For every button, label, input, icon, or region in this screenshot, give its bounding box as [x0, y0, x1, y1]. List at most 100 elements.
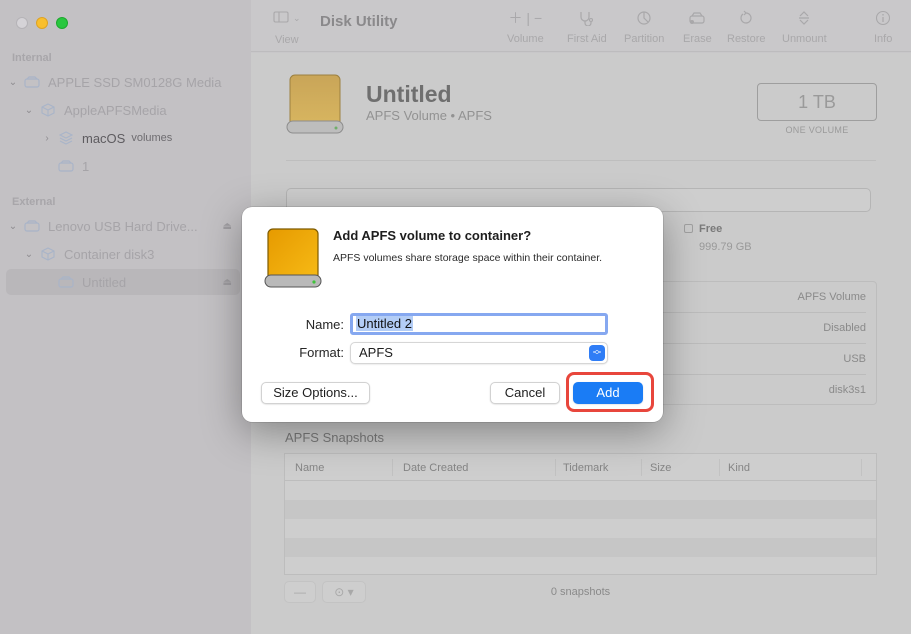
- volume-description: APFS Volume • APFS: [366, 108, 492, 123]
- pie-icon: [624, 8, 664, 28]
- empty-table-row: [285, 500, 876, 519]
- dialog-message: APFS volumes share storage space within …: [333, 252, 603, 264]
- eject-icon[interactable]: ⏏: [223, 277, 232, 288]
- unmount-button[interactable]: Unmount: [782, 8, 827, 45]
- format-label: Format:: [299, 345, 344, 360]
- snapshot-actions-menu[interactable]: ⊙ ▾: [322, 581, 366, 603]
- sidebar-item-label: AppleAPFSMedia: [64, 102, 167, 118]
- view-label: View: [274, 34, 299, 46]
- name-label: Name:: [305, 317, 344, 332]
- sidebar-item-lenovo-usb[interactable]: ⌄ Lenovo USB Hard Drive... ⏏: [6, 213, 240, 239]
- snapshots-count: 0 snapshots: [550, 586, 611, 598]
- snapshots-table: Name Date Created Tidemark Size Kind: [284, 453, 877, 575]
- size-options-button[interactable]: Size Options...: [261, 382, 370, 404]
- sidebar-item-label: macOS: [82, 130, 126, 146]
- external-drive-icon: [286, 73, 344, 140]
- sidebar-item-label: Lenovo USB Hard Drive...: [48, 218, 198, 234]
- column-header-kind[interactable]: Kind: [728, 462, 750, 474]
- toolbar-button-label: Restore: [727, 33, 766, 45]
- column-header-name[interactable]: Name: [295, 462, 324, 474]
- empty-table-row: [285, 519, 876, 538]
- toolbar-button-label: Erase: [683, 33, 712, 45]
- sidebar-item-macos[interactable]: › macOS volumes: [6, 125, 240, 151]
- column-separator[interactable]: [555, 459, 556, 476]
- dialog-title: Add APFS volume to container?: [333, 228, 532, 243]
- volume-size-caption: ONE VOLUME: [785, 125, 849, 135]
- unmount-icon: [782, 8, 827, 28]
- sidebar-item-label: Container disk3: [64, 246, 155, 262]
- add-volume-dialog: Add APFS volume to container? APFS volum…: [242, 207, 663, 422]
- sidebar-section-internal: Internal: [12, 52, 52, 64]
- column-header-date-created[interactable]: Date Created: [403, 462, 468, 474]
- container-icon: [40, 103, 56, 117]
- volumes-stack-icon: [58, 131, 74, 145]
- chevron-down-icon[interactable]: ⌄: [6, 221, 20, 232]
- toolbar-button-label: Partition: [624, 33, 665, 45]
- first-aid-button[interactable]: First Aid: [567, 8, 607, 45]
- sidebar-section-external: External: [12, 196, 56, 208]
- volume-name: Untitled: [366, 81, 452, 107]
- restore-icon: [727, 8, 766, 28]
- restore-button[interactable]: Restore: [727, 8, 766, 45]
- toolbar-button-label: Info: [874, 33, 893, 45]
- app-title: Disk Utility: [320, 13, 398, 30]
- name-input-value: Untitled 2: [356, 316, 413, 331]
- close-window-button[interactable]: [16, 17, 28, 29]
- add-button-highlight: [566, 372, 654, 412]
- column-separator[interactable]: [719, 459, 720, 476]
- volume-icon: [58, 159, 74, 173]
- drive-icon: [24, 75, 40, 89]
- container-icon: [40, 247, 56, 261]
- format-select-value: APFS: [359, 345, 393, 360]
- minimize-window-button[interactable]: [36, 17, 48, 29]
- view-button[interactable]: ⌄ View: [273, 10, 301, 46]
- volume-icon: [58, 275, 74, 289]
- sidebar-item-label: APPLE SSD SM0128G Media: [48, 74, 222, 90]
- column-separator[interactable]: [392, 459, 393, 476]
- partition-button[interactable]: Partition: [624, 8, 664, 45]
- sidebar-item-volume-1[interactable]: 1: [6, 153, 240, 179]
- sidebar-item-container-disk3[interactable]: ⌄ Container disk3: [6, 241, 240, 267]
- chevron-down-icon[interactable]: ⌄: [6, 77, 20, 88]
- snapshots-table-header: Name Date Created Tidemark Size Kind: [285, 454, 876, 481]
- free-value: 999.79 GB: [699, 241, 752, 253]
- sidebar-item-label: Untitled: [82, 274, 127, 290]
- drive-icon: [24, 219, 40, 233]
- free-label: Free: [699, 223, 723, 235]
- sidebar-item-sublabel: volumes: [131, 132, 173, 144]
- column-separator[interactable]: [861, 459, 862, 476]
- empty-table-row: [285, 557, 876, 576]
- info-button[interactable]: Info: [874, 8, 892, 45]
- volume-button[interactable]: ＋ | − Volume: [507, 8, 544, 45]
- maximize-window-button[interactable]: [56, 17, 68, 29]
- external-drive-icon: [264, 227, 322, 294]
- sidebar-item-apple-apfs-media[interactable]: ⌄ AppleAPFSMedia: [6, 97, 240, 123]
- erase-button[interactable]: Erase: [683, 8, 712, 45]
- volume-size: 1 TB: [757, 83, 877, 121]
- window-controls: [16, 17, 68, 29]
- empty-table-row: [285, 481, 876, 500]
- column-header-size[interactable]: Size: [650, 462, 671, 474]
- erase-drive-icon: [683, 8, 712, 28]
- column-separator[interactable]: [641, 459, 642, 476]
- sidebar-item-untitled[interactable]: Untitled ⏏: [6, 269, 240, 295]
- volume-name-input[interactable]: Untitled 2: [350, 313, 608, 335]
- chevron-down-icon[interactable]: ⌄: [22, 249, 36, 260]
- sidebar-item-apple-ssd[interactable]: ⌄ APPLE SSD SM0128G Media: [6, 69, 240, 95]
- toolbar-button-label: First Aid: [567, 33, 607, 45]
- chevron-right-icon[interactable]: ›: [40, 133, 54, 144]
- toolbar-button-label: Unmount: [782, 33, 827, 45]
- cancel-button[interactable]: Cancel: [490, 382, 560, 404]
- sidebar-item-label: 1: [82, 158, 90, 174]
- column-header-tidemark[interactable]: Tidemark: [563, 462, 608, 474]
- toolbar: ⌄ View Disk Utility ＋ | − Volume First A…: [251, 0, 911, 52]
- sidebar-toggle-icon: [273, 10, 289, 26]
- snapshots-title: APFS Snapshots: [285, 430, 384, 445]
- remove-snapshot-button[interactable]: —: [284, 581, 316, 603]
- chevron-up-down-icon: ︿ ﹀: [589, 345, 605, 361]
- chevron-down-icon[interactable]: ⌄: [22, 105, 36, 116]
- eject-icon[interactable]: ⏏: [223, 221, 232, 232]
- free-swatch-icon: [684, 224, 693, 233]
- format-select[interactable]: APFS ︿ ﹀: [350, 342, 608, 364]
- stethoscope-icon: [567, 8, 607, 28]
